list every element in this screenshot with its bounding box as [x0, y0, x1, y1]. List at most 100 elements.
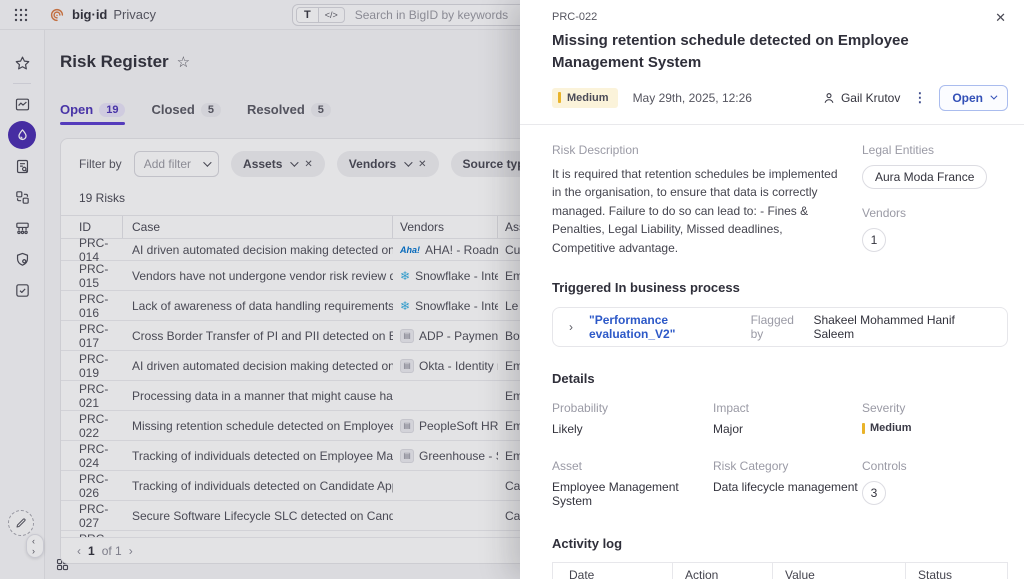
- filter-by-label: Filter by: [79, 157, 122, 171]
- vendor-doc-icon: ▤: [400, 449, 414, 463]
- policies-icon[interactable]: [8, 245, 36, 273]
- annotate-pencil-icon[interactable]: [8, 510, 34, 536]
- risk-description-label: Risk Description: [552, 143, 847, 157]
- tab-open[interactable]: Open19: [60, 102, 125, 125]
- remove-filter-icon[interactable]: ✕: [418, 159, 426, 170]
- filter-chip-vendors[interactable]: Vendors✕: [337, 151, 439, 177]
- risk-vendor: ▤Greenhouse - Strate: [393, 449, 498, 463]
- risk-description-text: It is required that retention schedules …: [552, 165, 847, 258]
- risk-date: May 29th, 2025, 12:26: [633, 91, 752, 105]
- business-process-heading: Triggered In business process: [552, 280, 1008, 295]
- risk-case: AI driven automated decision making dete…: [123, 359, 393, 373]
- sidebar-collapse-handle[interactable]: ‹ ›: [26, 534, 44, 558]
- risk-vendor: ▤Okta - Identity man: [393, 359, 498, 373]
- remove-filter-icon[interactable]: ✕: [304, 159, 312, 170]
- add-filter-input[interactable]: Add filter: [134, 151, 219, 177]
- tab-closed-count: 5: [201, 103, 221, 117]
- activity-log-table: Date Action Value Status May 29th, 2025,…: [552, 562, 1008, 579]
- favorites-star-icon[interactable]: [8, 49, 36, 77]
- risk-case: AI driven automated decision making dete…: [123, 243, 393, 257]
- assignee[interactable]: Gail Krutov: [822, 91, 900, 105]
- bigid-logo-icon: [48, 6, 66, 24]
- chevron-down-icon: [990, 93, 997, 100]
- risk-case: Tracking of individuals detected on Empl…: [123, 449, 393, 463]
- query-mode-toggle[interactable]: </>: [319, 8, 344, 22]
- status-dropdown-button[interactable]: Open: [939, 85, 1008, 111]
- vendors-count-badge[interactable]: 1: [862, 228, 886, 252]
- page-next-icon[interactable]: ›: [129, 544, 133, 558]
- snowflake-vendor-icon: ❄: [400, 299, 410, 313]
- legal-entity-chip[interactable]: Aura Moda France: [862, 165, 987, 189]
- detail-severity: Severity Medium: [862, 401, 1008, 436]
- brand[interactable]: big·id Privacy: [48, 6, 156, 24]
- risk-case: Secure Software Lifecycle SLC detected o…: [123, 509, 393, 523]
- risk-id: PRC-019: [61, 352, 123, 380]
- chevron-down-icon[interactable]: [404, 158, 412, 166]
- business-process-icon[interactable]: [8, 214, 36, 242]
- tab-closed[interactable]: Closed5: [151, 102, 220, 125]
- chevron-down-icon: [203, 158, 211, 166]
- tab-resolved[interactable]: Resolved5: [247, 102, 331, 125]
- risk-id: PRC-017: [61, 322, 123, 350]
- tasks-icon[interactable]: [8, 276, 36, 304]
- risk-meta-row: Medium May 29th, 2025, 12:26 Gail Krutov…: [552, 85, 1008, 124]
- flagged-by-name: Shakeel Mohammed Hanif Saleem: [813, 313, 991, 341]
- activity-header-status: Status: [906, 563, 1007, 579]
- risk-id: PRC-026: [61, 472, 123, 500]
- vendor-doc-icon: ▤: [400, 359, 414, 373]
- page-of-label: of 1: [102, 544, 122, 558]
- risk-id: PRC-014: [61, 236, 123, 264]
- severity-badge: Medium: [552, 88, 618, 108]
- page-prev-icon[interactable]: ‹: [77, 544, 81, 558]
- chevron-down-icon[interactable]: [291, 158, 299, 166]
- risk-case: Vendors have not undergone vendor risk r…: [123, 269, 393, 283]
- brand-name: big·id: [72, 7, 107, 22]
- app-launcher-icon[interactable]: [14, 8, 28, 22]
- close-icon[interactable]: ✕: [995, 10, 1006, 26]
- header-case[interactable]: Case: [123, 216, 393, 238]
- detail-controls: Controls 3: [862, 459, 1008, 508]
- detail-probability: Probability Likely: [552, 401, 713, 436]
- activity-log-heading: Activity log: [552, 536, 1008, 551]
- legal-entities-label: Legal Entities: [862, 143, 1008, 157]
- data-inventory-icon[interactable]: [8, 152, 36, 180]
- text-mode-toggle[interactable]: T: [297, 8, 319, 22]
- search-mode-toggle[interactable]: T </>: [296, 7, 345, 23]
- favorite-star-icon[interactable]: ☆: [177, 53, 190, 71]
- activity-header-date: Date: [553, 563, 673, 579]
- left-sidebar: ‹ ›: [0, 30, 45, 579]
- risk-case: Tracking of individuals detected on Cand…: [123, 479, 393, 493]
- person-icon: [822, 91, 836, 105]
- risk-case: Missing retention schedule detected on E…: [123, 419, 393, 433]
- risk-id: PRC-021: [61, 382, 123, 410]
- panel-body: Risk Description It is required that ret…: [520, 125, 1024, 579]
- kebab-menu-icon[interactable]: ⋮: [913, 90, 926, 106]
- risk-id: PRC-015: [61, 262, 123, 290]
- risk-vendor: ▤ADP - Payment Pro: [393, 329, 498, 343]
- tab-open-count: 19: [99, 103, 125, 117]
- risk-detail-panel: PRC-022 ✕ Missing retention schedule det…: [520, 0, 1024, 579]
- filter-chip-assets[interactable]: Assets✕: [231, 151, 325, 177]
- risk-id: PRC-027: [61, 502, 123, 530]
- business-process-card[interactable]: › "Performance evaluation_V2" Flagged by…: [552, 307, 1008, 347]
- risk-case: Cross Border Transfer of PI and PII dete…: [123, 329, 393, 343]
- details-grid: Probability Likely Impact Major Severity…: [552, 401, 1008, 508]
- product-name: Privacy: [113, 7, 156, 22]
- controls-count-badge[interactable]: 3: [862, 481, 886, 505]
- risk-id: PRC-022: [61, 412, 123, 440]
- risk-vendor: ❄Snowflake - Interop: [393, 269, 498, 283]
- business-process-link[interactable]: "Performance evaluation_V2": [589, 313, 751, 341]
- details-heading: Details: [552, 371, 1008, 386]
- dashboard-icon[interactable]: [8, 90, 36, 118]
- flagged-by-label: Flagged by: [751, 313, 808, 341]
- data-mapping-icon[interactable]: [8, 183, 36, 211]
- risk-case: Processing data in a manner that might c…: [123, 389, 393, 403]
- activity-header-action: Action: [673, 563, 773, 579]
- risk-id-label: PRC-022: [552, 11, 1008, 23]
- risk-register-icon[interactable]: [8, 121, 36, 149]
- header-vendors[interactable]: Vendors: [393, 216, 498, 238]
- activity-header-row: Date Action Value Status: [553, 563, 1007, 579]
- vendor-doc-icon: ▤: [400, 329, 414, 343]
- panel-header: PRC-022 ✕ Missing retention schedule det…: [520, 0, 1024, 124]
- expand-arrow-icon[interactable]: ›: [569, 320, 573, 334]
